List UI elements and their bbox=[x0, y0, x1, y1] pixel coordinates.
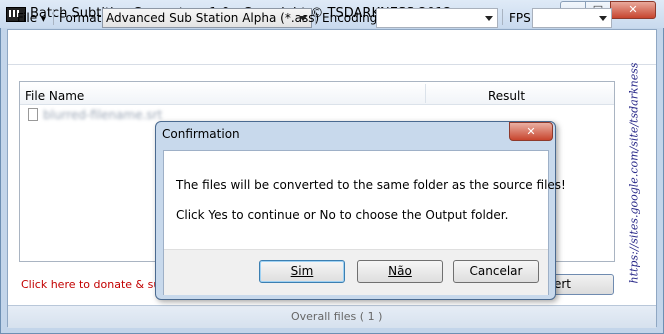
close-button[interactable]: ✕ bbox=[610, 1, 656, 19]
fps-label: FPS bbox=[509, 11, 531, 25]
encoding-label: Encoding bbox=[322, 11, 378, 25]
column-header-result[interactable]: Result bbox=[488, 89, 525, 103]
yes-button-label: Sim bbox=[290, 264, 314, 278]
yes-button[interactable]: Sim bbox=[259, 260, 345, 283]
status-text: Overall files ( 1 ) bbox=[291, 310, 383, 323]
dialog-message-line2: Click Yes to continue or No to choose th… bbox=[176, 208, 509, 222]
dialog-title: Confirmation bbox=[162, 127, 240, 141]
file-menu-label: File bbox=[17, 11, 38, 25]
fps-select[interactable] bbox=[532, 8, 612, 28]
dropdown-arrow-icon bbox=[599, 16, 607, 21]
dialog-message-line1: The files will be converted to the same … bbox=[176, 178, 566, 192]
cancel-button-label: Cancelar bbox=[469, 264, 523, 278]
format-select-value: Advanced Sub Station Alpha (*.ass) bbox=[106, 11, 320, 25]
dropdown-arrow-icon bbox=[299, 16, 307, 21]
chevron-down-icon: ▾ bbox=[40, 14, 46, 25]
document-icon bbox=[28, 108, 38, 121]
no-button[interactable]: Não bbox=[357, 260, 443, 283]
website-link[interactable]: https://sites.google.com/site/tsdarkness bbox=[626, 62, 644, 285]
column-header-file-name[interactable]: File Name bbox=[25, 89, 84, 103]
file-menu[interactable]: File ▾ bbox=[17, 11, 46, 25]
no-button-label: Não bbox=[388, 264, 412, 278]
toolbar-separator bbox=[315, 9, 316, 25]
toolbar bbox=[8, 30, 656, 65]
dialog-close-button[interactable]: ✕ bbox=[509, 122, 553, 141]
encoding-select[interactable] bbox=[376, 8, 498, 28]
dropdown-arrow-icon bbox=[485, 16, 493, 21]
toolbar-separator bbox=[53, 9, 54, 25]
format-select[interactable]: Advanced Sub Station Alpha (*.ass) bbox=[102, 8, 319, 28]
column-divider[interactable] bbox=[425, 84, 426, 103]
cancel-button[interactable]: Cancelar bbox=[453, 260, 539, 283]
website-link-text: https://sites.google.com/site/tsdarkness bbox=[627, 62, 641, 284]
toolbar-separator bbox=[502, 9, 503, 25]
format-label: Format bbox=[59, 11, 102, 25]
file-name-cell[interactable]: blurred-filename.srt bbox=[43, 108, 162, 122]
